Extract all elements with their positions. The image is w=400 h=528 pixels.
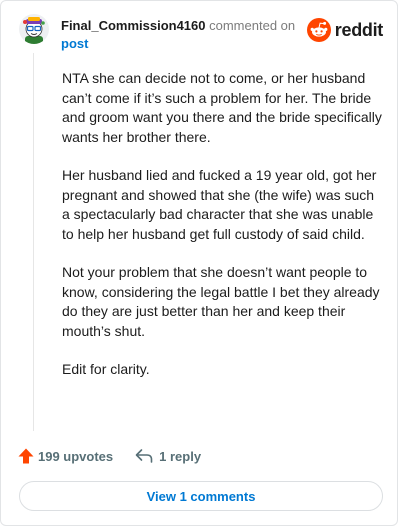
comment-card: Final_Commission4160 commented on post r…	[0, 0, 398, 526]
upvote-arrow-icon	[18, 448, 34, 464]
post-link[interactable]: post	[61, 35, 295, 53]
reddit-logo-icon	[306, 18, 331, 42]
view-comments-label: View 1 comments	[146, 488, 256, 504]
username[interactable]: Final_Commission4160	[61, 18, 206, 33]
reddit-brand[interactable]: reddit	[306, 18, 384, 42]
comment-paragraph: NTA she can decide not to come, or her h…	[62, 70, 382, 145]
comment-body: NTA she can decide not to come, or her h…	[62, 69, 382, 399]
reply-button[interactable]: 1 reply	[135, 448, 201, 464]
comment-header: Final_Commission4160 commented on post	[61, 17, 295, 53]
comment-paragraph: Not your problem that she doesn’t want p…	[62, 264, 380, 339]
reply-arrow-icon	[135, 449, 153, 463]
comment-paragraph: Her husband lied and fucked a 19 year ol…	[62, 167, 377, 242]
reply-label: 1 reply	[159, 448, 202, 464]
user-avatar[interactable]	[19, 14, 49, 44]
upvote-count: 199 upvotes	[38, 448, 114, 464]
comment-paragraph: Edit for clarity.	[62, 361, 150, 377]
snoo-avatar-icon	[19, 14, 49, 44]
thread-line[interactable]	[33, 53, 34, 431]
reddit-wordmark: reddit	[334, 19, 384, 40]
commented-on-text: commented on	[209, 18, 296, 33]
view-comments-button[interactable]: View 1 comments	[19, 481, 383, 511]
comment-actions: 199 upvotes 1 reply	[17, 447, 201, 465]
upvote-button[interactable]: 199 upvotes	[17, 447, 113, 465]
